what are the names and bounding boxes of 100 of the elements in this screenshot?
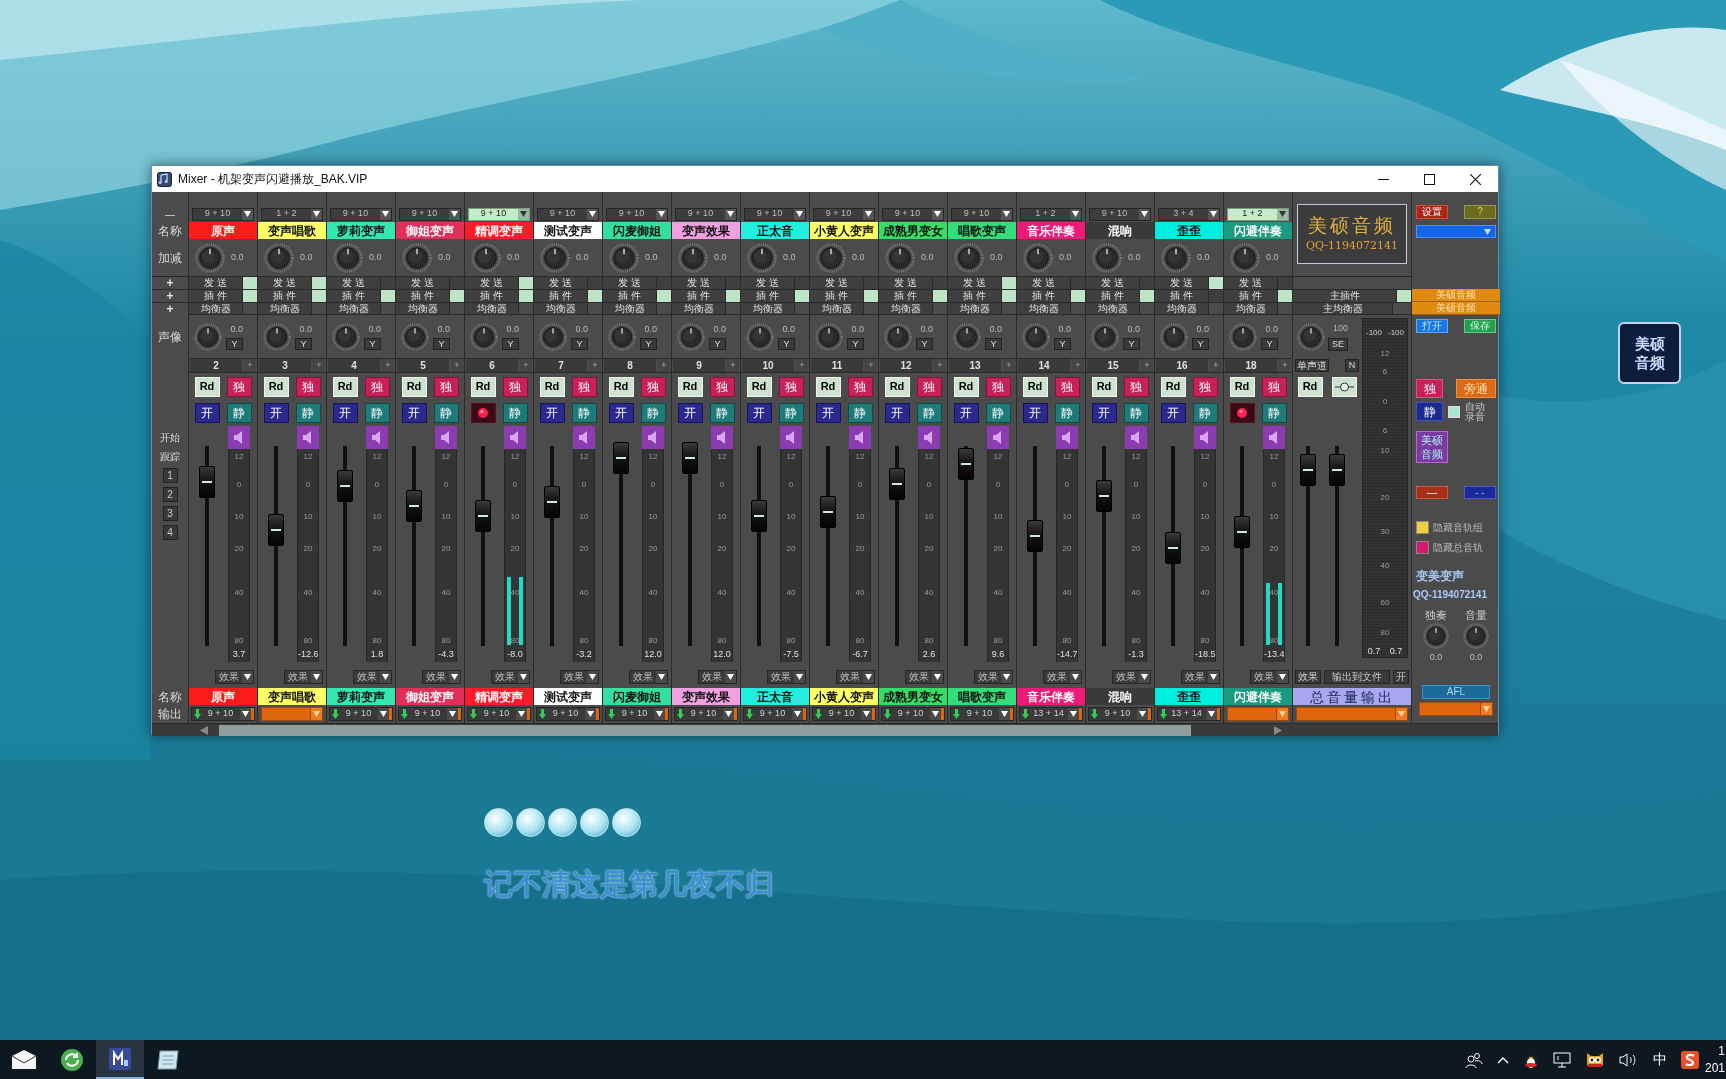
pan-mode-button[interactable]: SE xyxy=(1328,337,1348,351)
speaker-button[interactable] xyxy=(849,426,871,449)
shortcut-tile[interactable]: 美硕音频 xyxy=(1618,322,1681,384)
input-dropdown[interactable]: 1 + 2 xyxy=(1227,207,1289,221)
channel-name[interactable]: 歪歪 xyxy=(1155,222,1223,239)
hide-checkbox[interactable] xyxy=(1416,521,1429,534)
plugin-button[interactable]: 插 件 xyxy=(396,290,450,302)
fader-thumb[interactable] xyxy=(544,486,560,518)
plugin-button[interactable]: 插 件 xyxy=(465,290,519,302)
add-button[interactable]: + xyxy=(658,359,670,372)
effects-dropdown[interactable]: 效果 xyxy=(974,670,1013,684)
knob[interactable] xyxy=(1160,322,1188,351)
add-button[interactable]: + xyxy=(934,359,946,372)
send-button[interactable]: 发 送 xyxy=(189,277,243,289)
solo-button[interactable]: 独 xyxy=(778,376,804,397)
send-button[interactable]: 发 送 xyxy=(948,277,1002,289)
plugin-toggle[interactable] xyxy=(588,290,602,302)
eq-button[interactable]: 均衡器 xyxy=(948,303,1002,314)
add-button[interactable]: + xyxy=(520,359,532,372)
mute-button[interactable]: 静 xyxy=(226,403,252,423)
knob[interactable] xyxy=(608,322,636,351)
fader-thumb[interactable] xyxy=(475,500,491,532)
add-button[interactable]: + xyxy=(727,359,739,372)
pan-mode-button[interactable]: Y xyxy=(640,338,657,351)
send-toggle[interactable] xyxy=(312,277,326,289)
knob[interactable] xyxy=(540,242,570,273)
group-button[interactable]: 1 xyxy=(162,468,178,483)
channel-name[interactable]: 正太音 xyxy=(741,222,809,239)
mono-button[interactable]: 单声道 xyxy=(1295,359,1329,372)
rd-button[interactable]: Rd xyxy=(884,376,910,397)
output-dropdown[interactable]: 9 + 10 xyxy=(950,707,1014,721)
plugin-toggle[interactable] xyxy=(657,290,671,302)
send-toggle[interactable] xyxy=(450,277,464,289)
add-button[interactable]: + xyxy=(1279,359,1291,372)
speaker-button[interactable] xyxy=(642,426,664,449)
knob[interactable] xyxy=(816,242,846,273)
send-button[interactable]: 发 送 xyxy=(1155,277,1209,289)
speaker-button[interactable] xyxy=(573,426,595,449)
plugin-button[interactable]: 插 件 xyxy=(1017,290,1071,302)
effects-dropdown[interactable]: 效果 xyxy=(629,670,668,684)
send-toggle[interactable] xyxy=(1071,277,1085,289)
add-button[interactable]: + xyxy=(865,359,877,372)
eq-button[interactable]: 均衡器 xyxy=(1086,303,1140,314)
open-button[interactable]: 打开 xyxy=(1416,319,1448,333)
pan-mode-button[interactable]: Y xyxy=(433,338,450,351)
send-button[interactable]: 发 送 xyxy=(672,277,726,289)
rd-button[interactable]: Rd xyxy=(401,376,427,397)
pan-mode-button[interactable]: Y xyxy=(847,338,864,351)
fader-thumb[interactable] xyxy=(1096,480,1112,512)
on-button[interactable]: 开 xyxy=(539,403,565,423)
knob[interactable] xyxy=(194,322,222,351)
send-button[interactable]: 发 送 xyxy=(1017,277,1071,289)
input-dropdown[interactable]: 9 + 10 xyxy=(330,207,392,221)
eq-button[interactable]: 均衡器 xyxy=(465,303,519,314)
solo-button[interactable]: 独 xyxy=(1416,379,1443,398)
knob[interactable] xyxy=(1161,242,1191,273)
on-button[interactable]: 开 xyxy=(884,403,910,423)
effects-dropdown[interactable]: 效果 xyxy=(1112,670,1151,684)
solo-button[interactable]: 独 xyxy=(364,376,390,397)
pan-mode-button[interactable]: Y xyxy=(502,338,519,351)
input-dropdown[interactable]: 9 + 10 xyxy=(744,207,806,221)
solo-button[interactable]: 独 xyxy=(916,376,942,397)
pan-mode-button[interactable]: Y xyxy=(709,338,726,351)
mute-button[interactable]: 静 xyxy=(709,403,735,423)
input-dropdown[interactable]: 1 + 2 xyxy=(261,207,323,221)
channel-name[interactable]: 变声效果 xyxy=(672,688,740,705)
send-toggle[interactable] xyxy=(864,277,878,289)
pan-mode-button[interactable]: Y xyxy=(295,338,312,351)
pan-mode-button[interactable]: Y xyxy=(778,338,795,351)
knob[interactable] xyxy=(1229,322,1257,351)
knob[interactable] xyxy=(333,242,363,273)
channel-name[interactable]: 变声效果 xyxy=(672,222,740,239)
output-dropdown[interactable] xyxy=(1419,702,1493,716)
input-dropdown[interactable]: 9 + 10 xyxy=(951,207,1013,221)
speaker-button[interactable] xyxy=(711,426,733,449)
knob[interactable] xyxy=(953,322,981,351)
fader-thumb[interactable] xyxy=(958,448,974,480)
plugin-toggle[interactable] xyxy=(1278,290,1292,302)
afl-button[interactable]: AFL xyxy=(1422,685,1490,699)
pan-mode-button[interactable]: Y xyxy=(364,338,381,351)
channel-name[interactable]: 变声唱歌 xyxy=(258,688,326,705)
effects-dropdown[interactable]: 效果 xyxy=(698,670,737,684)
output-dropdown[interactable]: 9 + 10 xyxy=(674,707,738,721)
solo-button[interactable]: 独 xyxy=(640,376,666,397)
output-dropdown[interactable]: 9 + 10 xyxy=(329,707,393,721)
solo-button[interactable]: 独 xyxy=(1123,376,1149,397)
network-icon[interactable] xyxy=(1552,1051,1571,1068)
mute-button[interactable]: 静 xyxy=(1416,402,1443,421)
channel-name[interactable]: 变声唱歌 xyxy=(258,222,326,239)
mute-button[interactable]: 静 xyxy=(571,403,597,423)
plugin-button[interactable]: 插 件 xyxy=(948,290,1002,302)
record-button[interactable] xyxy=(470,403,496,423)
fader-thumb[interactable] xyxy=(199,466,215,498)
knob[interactable] xyxy=(539,322,567,351)
send-toggle[interactable] xyxy=(1140,277,1154,289)
channel-name[interactable]: 测试变声 xyxy=(534,222,602,239)
hide-checkbox[interactable] xyxy=(1416,541,1429,554)
rd-button[interactable]: Rd xyxy=(815,376,841,397)
mute-button[interactable]: 静 xyxy=(1192,403,1218,423)
plugin-button[interactable]: 插 件 xyxy=(189,290,243,302)
